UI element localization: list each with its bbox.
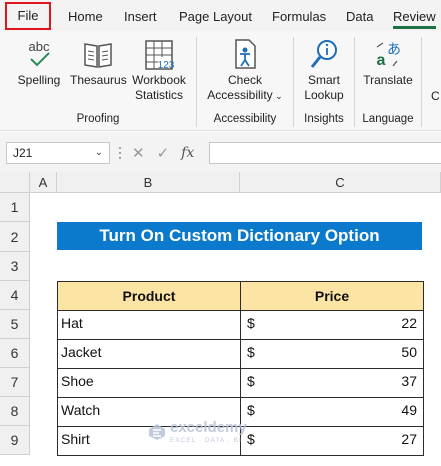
row-header-5[interactable]: 5	[0, 310, 30, 339]
column-header-a[interactable]: A	[30, 172, 57, 193]
translate-icon: a あ	[361, 37, 415, 71]
row-header-8[interactable]: 8	[0, 397, 30, 426]
exceldemy-logo-icon	[149, 423, 165, 440]
watermark-tagline: EXCEL · DATA · BI	[170, 437, 242, 444]
smart-lookup-label-1: Smart	[307, 73, 340, 87]
row-header-6[interactable]: 6	[0, 339, 30, 368]
tab-home[interactable]: Home	[68, 0, 103, 31]
statistics-grid-icon: 123	[128, 37, 190, 71]
row-header-2[interactable]: 2	[0, 222, 30, 252]
check-accessibility-label-1: Check	[227, 73, 262, 87]
chevron-down-icon: ⌄	[272, 91, 283, 101]
insert-function-icon[interactable]: fx	[181, 145, 194, 161]
row-header-3[interactable]: 3	[0, 252, 30, 281]
ribbon: abc Spelling Thesaurus 123 Workbook Stat…	[0, 31, 441, 131]
product-cell[interactable]: Jacket	[57, 339, 241, 369]
tab-formulas[interactable]: Formulas	[272, 0, 326, 31]
spelling-button[interactable]: abc Spelling	[14, 37, 64, 88]
ribbon-tab-bar: File Home Insert Page Layout Formulas Da…	[0, 0, 441, 31]
watermark-name: exceldemy	[170, 419, 247, 436]
translate-button[interactable]: a あ Translate	[361, 37, 415, 88]
smart-lookup-label-2: Lookup	[304, 88, 344, 102]
price-cell[interactable]: $50	[240, 339, 424, 369]
insights-group: Smart Lookup Insights	[294, 31, 354, 131]
price-cell[interactable]: $49	[240, 397, 424, 427]
column-header-b[interactable]: B	[57, 172, 240, 193]
language-group-label: Language	[362, 113, 414, 125]
header-product[interactable]: Product	[57, 281, 241, 311]
tab-insert[interactable]: Insert	[124, 0, 157, 31]
thesaurus-button[interactable]: Thesaurus	[70, 37, 127, 88]
translate-label: Translate	[363, 73, 413, 87]
accessibility-group: Check Accessibility ⌄ Accessibility	[197, 31, 293, 131]
language-group: a あ Translate Language	[355, 31, 421, 131]
proofing-group: abc Spelling Thesaurus 123 Workbook Stat…	[0, 31, 196, 131]
workbook-statistics-label-2: Statistics	[134, 88, 183, 102]
row-header-4[interactable]: 4	[0, 281, 30, 310]
product-name: Watch	[61, 402, 101, 418]
accessibility-group-label: Accessibility	[213, 113, 277, 125]
currency-symbol: $	[247, 373, 255, 389]
active-tab-underline	[393, 26, 436, 29]
svg-text:a: a	[377, 52, 386, 69]
chevron-down-icon[interactable]: ⌄	[95, 143, 103, 163]
product-cell[interactable]: Hat	[57, 310, 241, 340]
sheet-title-cell[interactable]: Turn On Custom Dictionary Option	[57, 222, 422, 250]
ribbon-separator	[421, 37, 422, 127]
tab-file[interactable]: File	[5, 2, 51, 30]
enter-check-icon[interactable]: ✓	[157, 144, 170, 162]
spelling-label: Spelling	[17, 73, 61, 87]
cancel-icon[interactable]: ✕	[132, 144, 145, 162]
price-value: 37	[401, 373, 417, 389]
svg-text:123: 123	[158, 60, 175, 71]
currency-symbol: $	[247, 344, 255, 360]
accessibility-document-icon	[203, 37, 287, 71]
thesaurus-label: Thesaurus	[70, 73, 127, 87]
svg-text:abc: abc	[29, 39, 50, 54]
currency-symbol: $	[247, 431, 255, 447]
formula-buttons: ✕ ✓ fx	[118, 142, 206, 164]
tab-data[interactable]: Data	[346, 0, 373, 31]
cut-off-ribbon-label[interactable]: C	[431, 89, 440, 103]
book-icon	[70, 37, 126, 71]
row-header-1[interactable]: 1	[0, 193, 30, 222]
magnifier-info-icon	[298, 37, 350, 71]
tab-review[interactable]: Review	[393, 0, 436, 31]
product-name: Jacket	[61, 344, 102, 360]
proofing-group-label: Proofing	[76, 113, 120, 125]
price-cell[interactable]: $27	[240, 426, 424, 456]
currency-symbol: $	[247, 402, 255, 418]
svg-text:あ: あ	[387, 42, 401, 58]
product-name: Hat	[61, 315, 83, 331]
product-name: Shoe	[61, 373, 94, 389]
insights-group-label: Insights	[304, 113, 344, 125]
column-header-c[interactable]: C	[240, 172, 441, 193]
price-cell[interactable]: $22	[240, 310, 424, 340]
select-all-corner[interactable]	[0, 172, 30, 193]
price-value: 27	[401, 431, 417, 447]
row-header-9[interactable]: 9	[0, 426, 30, 455]
check-accessibility-label-2: Accessibility	[207, 88, 273, 102]
price-cell[interactable]: $37	[240, 368, 424, 398]
check-accessibility-button[interactable]: Check Accessibility ⌄	[203, 37, 287, 104]
exceldemy-watermark: exceldemy EXCEL · DATA · BI	[148, 419, 247, 444]
product-cell[interactable]: Shoe	[57, 368, 241, 398]
currency-symbol: $	[247, 315, 255, 331]
name-box-value: J21	[13, 146, 33, 160]
tab-page-layout[interactable]: Page Layout	[179, 0, 252, 31]
price-value: 22	[401, 315, 417, 331]
formula-input[interactable]	[209, 142, 441, 164]
tab-review-label: Review	[393, 9, 436, 24]
formula-bar: J21 ⌄ ✕ ✓ fx	[0, 132, 441, 172]
name-box[interactable]: J21 ⌄	[6, 142, 110, 164]
row-header-7[interactable]: 7	[0, 368, 30, 397]
workbook-statistics-label-1: Workbook	[132, 73, 186, 87]
header-price[interactable]: Price	[240, 281, 424, 311]
spelling-icon: abc	[14, 37, 64, 71]
price-value: 50	[401, 344, 417, 360]
workbook-statistics-button[interactable]: 123 Workbook Statistics	[128, 37, 190, 103]
product-name: Shirt	[61, 431, 90, 447]
price-value: 49	[401, 402, 417, 418]
smart-lookup-button[interactable]: Smart Lookup	[298, 37, 350, 103]
